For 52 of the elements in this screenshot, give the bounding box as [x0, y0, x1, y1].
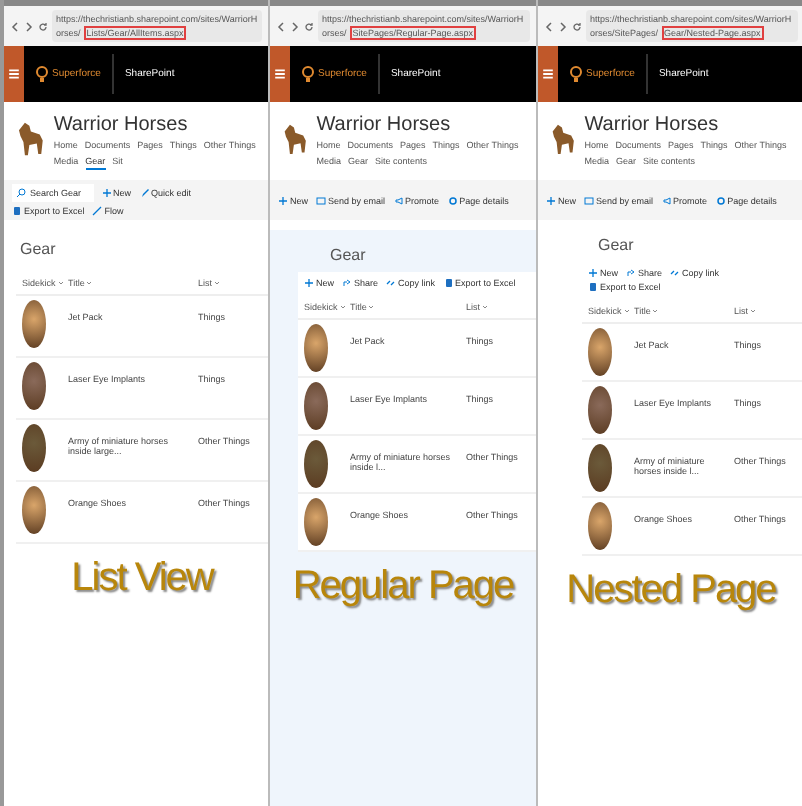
plus-icon [588, 268, 598, 278]
menu-icon[interactable] [542, 68, 554, 80]
refresh-icon[interactable] [38, 21, 48, 31]
forward-icon[interactable] [24, 21, 34, 31]
pencil-icon [139, 188, 150, 198]
plus-icon [304, 278, 314, 288]
excel-icon [12, 206, 22, 216]
photo-placeholder [304, 324, 328, 372]
refresh-icon[interactable] [304, 21, 314, 31]
menu-icon[interactable] [274, 68, 286, 80]
site-title: Warrior Horses [584, 114, 721, 136]
lightbulb-icon [570, 66, 582, 82]
caption: Regular Page [292, 564, 514, 610]
photo-placeholder [588, 444, 612, 492]
list-title: Gear [596, 234, 636, 258]
caption: Nested Page [566, 568, 776, 614]
back-icon[interactable] [544, 21, 554, 31]
photo-placeholder [304, 440, 328, 488]
site-title: Warrior Horses [53, 114, 190, 136]
megaphone-icon [661, 195, 672, 205]
list-title: Gear [328, 244, 368, 268]
envelope-icon [316, 195, 327, 205]
photo-placeholder [22, 300, 46, 348]
photo-placeholder [588, 328, 612, 376]
photo-placeholder [588, 502, 612, 550]
photo-placeholder [304, 498, 328, 546]
excel-icon [443, 278, 454, 288]
plus-icon [278, 195, 288, 205]
forward-icon[interactable] [558, 21, 568, 31]
caption: List View [71, 556, 213, 602]
list-title: Gear [18, 238, 58, 262]
forward-icon[interactable] [290, 21, 300, 31]
plus-icon [101, 188, 112, 198]
back-icon[interactable] [276, 21, 286, 31]
back-icon[interactable] [10, 21, 20, 31]
photo-placeholder [22, 362, 46, 410]
site-title: Warrior Horses [316, 114, 453, 136]
plus-icon [546, 195, 556, 205]
photo-placeholder [588, 386, 612, 434]
photo-placeholder [22, 486, 46, 534]
megaphone-icon [393, 195, 404, 205]
search-icon [16, 188, 26, 198]
envelope-icon [584, 195, 595, 205]
lightbulb-icon [302, 66, 314, 82]
photo-placeholder [22, 424, 46, 472]
excel-icon [588, 282, 598, 292]
lightbulb-icon [36, 66, 48, 82]
share-icon [342, 278, 353, 288]
share-icon [626, 268, 637, 278]
photo-placeholder [304, 382, 328, 430]
menu-icon[interactable] [8, 68, 20, 80]
refresh-icon[interactable] [572, 21, 582, 31]
